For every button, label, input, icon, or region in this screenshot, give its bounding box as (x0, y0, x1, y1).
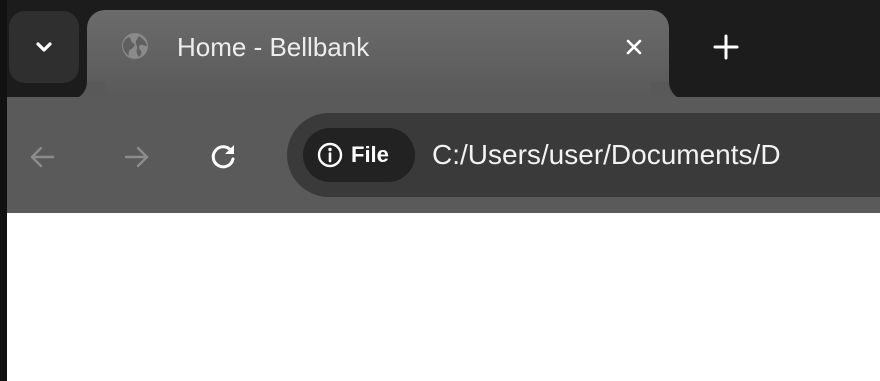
tab-search-button[interactable] (9, 11, 79, 83)
tab-active[interactable]: Home - Bellbank (87, 10, 669, 100)
reload-button[interactable] (203, 137, 243, 177)
page-content (7, 213, 880, 381)
reload-icon (211, 145, 235, 169)
browser-window: Home - Bellbank File C:/Users/user/Docum… (0, 0, 880, 381)
info-icon (317, 142, 343, 168)
site-info-chip[interactable]: File (303, 128, 415, 182)
new-tab-button[interactable] (690, 11, 762, 83)
globe-icon (122, 33, 148, 59)
url-text[interactable]: C:/Users/user/Documents/D (432, 136, 781, 174)
arrow-right-icon (124, 146, 149, 168)
forward-button[interactable] (117, 137, 157, 177)
chevron-down-icon (36, 42, 52, 52)
back-button[interactable] (22, 137, 62, 177)
plus-icon (713, 34, 739, 60)
tab-strip: Home - Bellbank (7, 0, 880, 100)
toolbar: File C:/Users/user/Documents/D (7, 97, 880, 213)
tab-close-button[interactable] (617, 30, 651, 64)
arrow-left-icon (30, 146, 55, 168)
tab-title: Home - Bellbank (177, 32, 370, 62)
address-bar[interactable]: File C:/Users/user/Documents/D (287, 113, 880, 197)
close-icon (626, 39, 642, 55)
site-chip-label: File (351, 142, 389, 167)
